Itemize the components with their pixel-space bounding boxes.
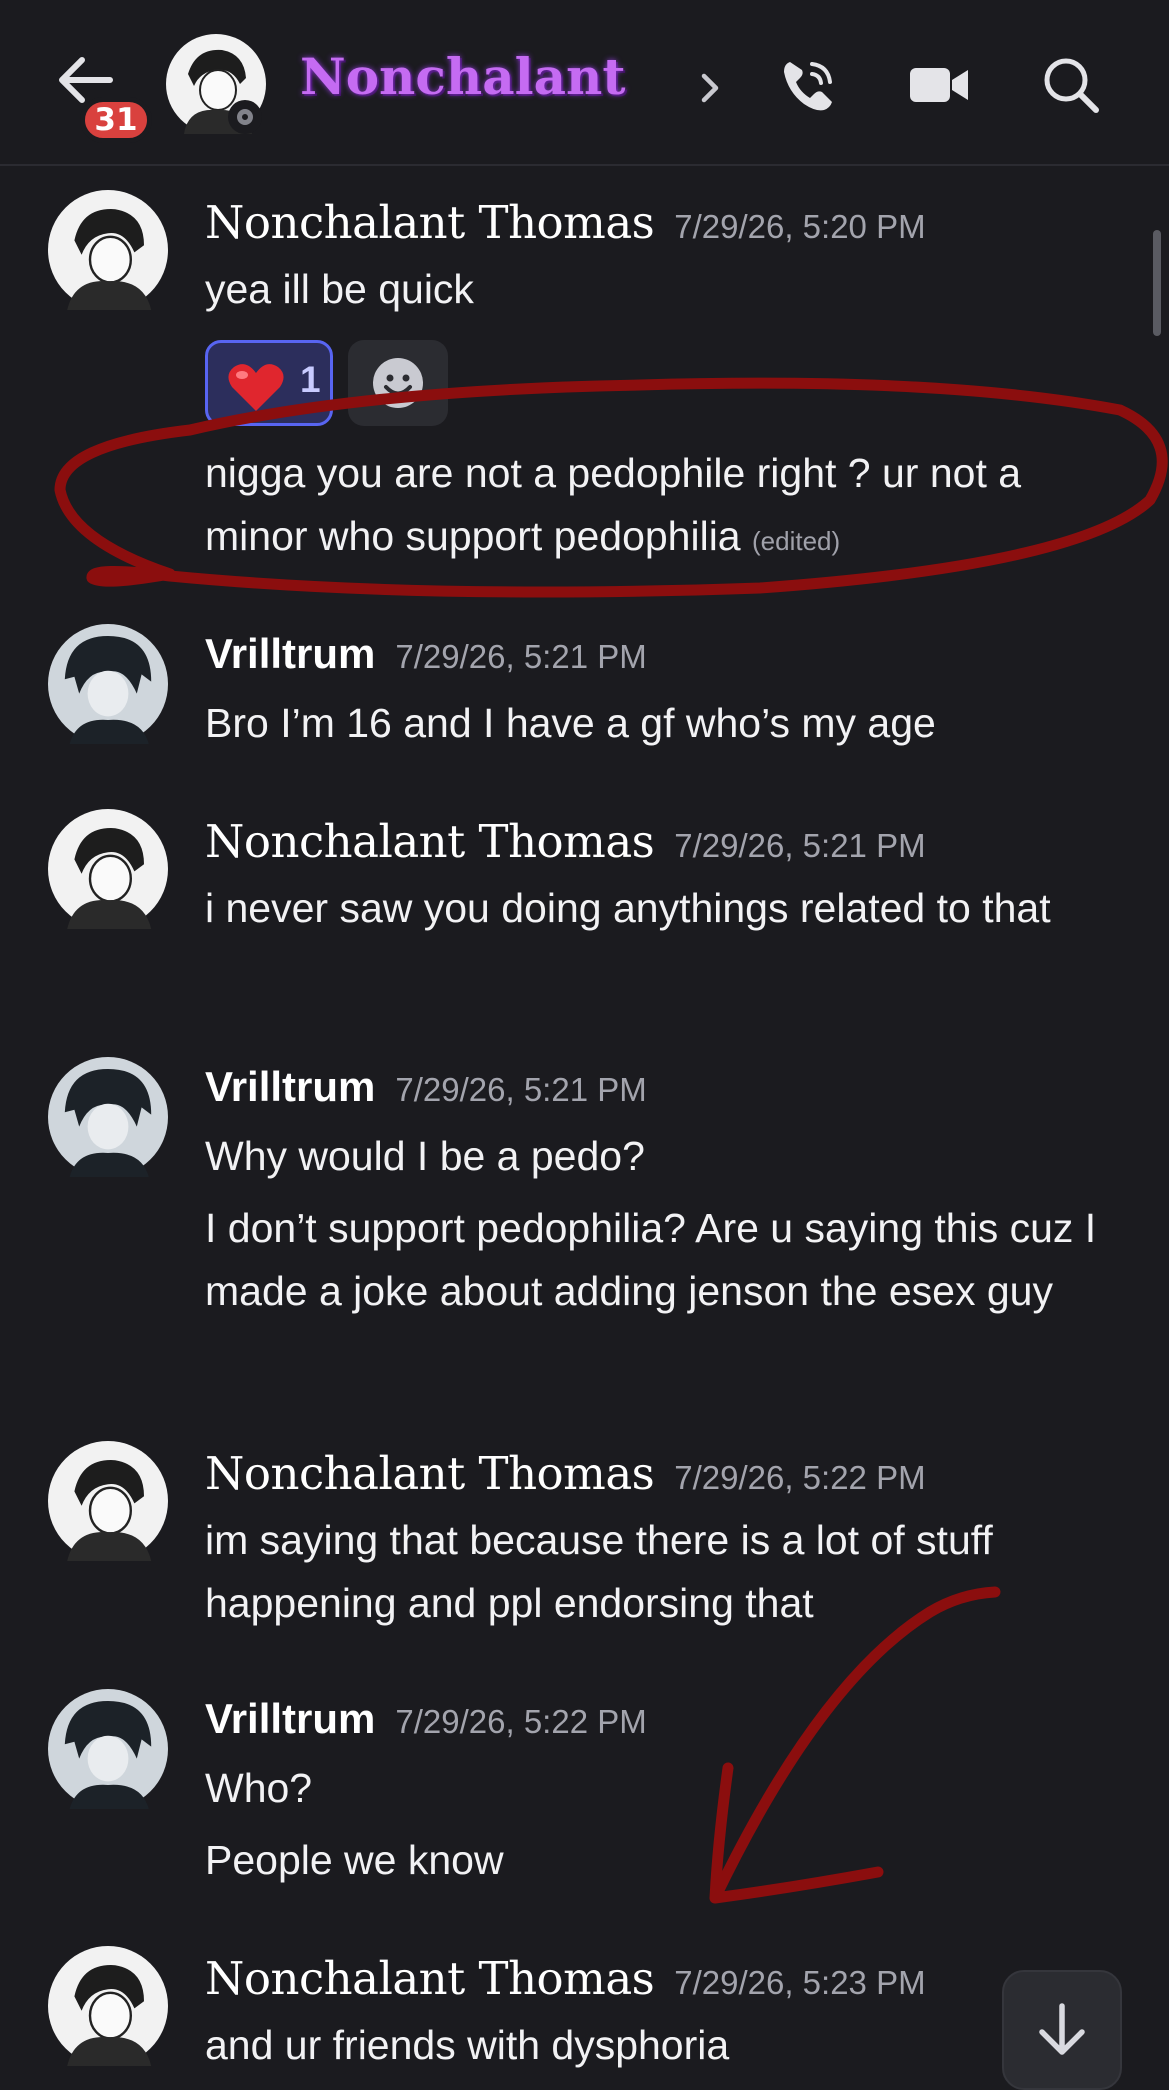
unread-badge: 31: [80, 97, 152, 143]
message-header: Vrilltrum 7/29/26, 5:22 PM: [205, 1695, 647, 1755]
message-header: Nonchalant Thomas 7/29/26, 5:21 PM: [205, 815, 926, 875]
timestamp: 7/29/26, 5:21 PM: [395, 638, 647, 675]
message-header: Nonchalant Thomas 7/29/26, 5:22 PM: [205, 1447, 926, 1507]
timestamp: 7/29/26, 5:22 PM: [395, 1703, 647, 1740]
user-avatar[interactable]: [48, 1057, 168, 1177]
scrollbar-thumb[interactable]: [1153, 230, 1161, 336]
reaction-count: 1: [300, 359, 321, 400]
message-header: Nonchalant Thomas 7/29/26, 5:23 PM: [205, 1952, 926, 2012]
message-header: Vrilltrum 7/29/26, 5:21 PM: [205, 1063, 647, 1123]
author-name[interactable]: Nonchalant Thomas: [205, 196, 655, 249]
message-body: nigga you are not a pedophile right ? ur…: [205, 450, 1022, 559]
timestamp: 7/29/26, 5:23 PM: [674, 1964, 926, 2001]
channel-title[interactable]: Nonchalant: [300, 42, 625, 112]
message-header: Nonchalant Thomas 7/29/26, 5:20 PM: [205, 196, 926, 256]
user-avatar[interactable]: [48, 809, 168, 929]
reaction-heart[interactable]: 1: [205, 340, 333, 426]
message-text: Why would I be a pedo?: [205, 1133, 645, 1179]
author-name[interactable]: Nonchalant Thomas: [205, 1952, 655, 2005]
message-text: Bro I’m 16 and I have a gf who’s my age: [205, 700, 936, 746]
author-name[interactable]: Nonchalant Thomas: [205, 815, 655, 868]
message-text: I don’t support pedophilia? Are u saying…: [205, 1205, 1097, 1314]
chevron-right-icon[interactable]: [690, 64, 730, 112]
message-text: yea ill be quick: [205, 266, 474, 312]
author-name[interactable]: Nonchalant Thomas: [205, 1447, 655, 1500]
message-text: nigga you are not a pedophile right ? ur…: [205, 442, 1125, 573]
timestamp: 7/29/26, 5:21 PM: [674, 827, 926, 864]
timestamp: 7/29/26, 5:21 PM: [395, 1071, 647, 1108]
message-text: People we know: [205, 1837, 504, 1883]
author-name[interactable]: Vrilltrum: [205, 1695, 375, 1742]
message-text: and ur friends with dysphoria: [205, 2022, 730, 2068]
author-name[interactable]: Vrilltrum: [205, 630, 375, 677]
heart-emoji-icon: [228, 364, 284, 411]
phone-icon[interactable]: [776, 52, 842, 118]
author-name[interactable]: Vrilltrum: [205, 1063, 375, 1110]
add-reaction-button[interactable]: [348, 340, 448, 426]
message-text: im saying that because there is a lot of…: [205, 1517, 993, 1626]
user-avatar[interactable]: [48, 1689, 168, 1809]
smiley-icon: [373, 358, 423, 408]
message-header: Vrilltrum 7/29/26, 5:21 PM: [205, 630, 647, 690]
user-avatar[interactable]: [48, 190, 168, 310]
status-indicator: [228, 100, 262, 134]
edited-label: (edited): [752, 526, 841, 556]
user-avatar[interactable]: [48, 1441, 168, 1561]
chat-header: 31 Nonchalant: [0, 0, 1169, 166]
user-avatar[interactable]: [48, 624, 168, 744]
message-text: Who?: [205, 1765, 313, 1811]
message-text: i never saw you doing anythings related …: [205, 885, 1051, 931]
arrow-down-icon: [1039, 2003, 1085, 2055]
video-camera-icon[interactable]: [906, 52, 972, 118]
user-avatar[interactable]: [48, 1946, 168, 2066]
timestamp: 7/29/26, 5:22 PM: [674, 1459, 926, 1496]
timestamp: 7/29/26, 5:20 PM: [674, 208, 926, 245]
search-icon[interactable]: [1038, 52, 1104, 118]
jump-to-latest-button[interactable]: [1002, 1970, 1122, 2090]
